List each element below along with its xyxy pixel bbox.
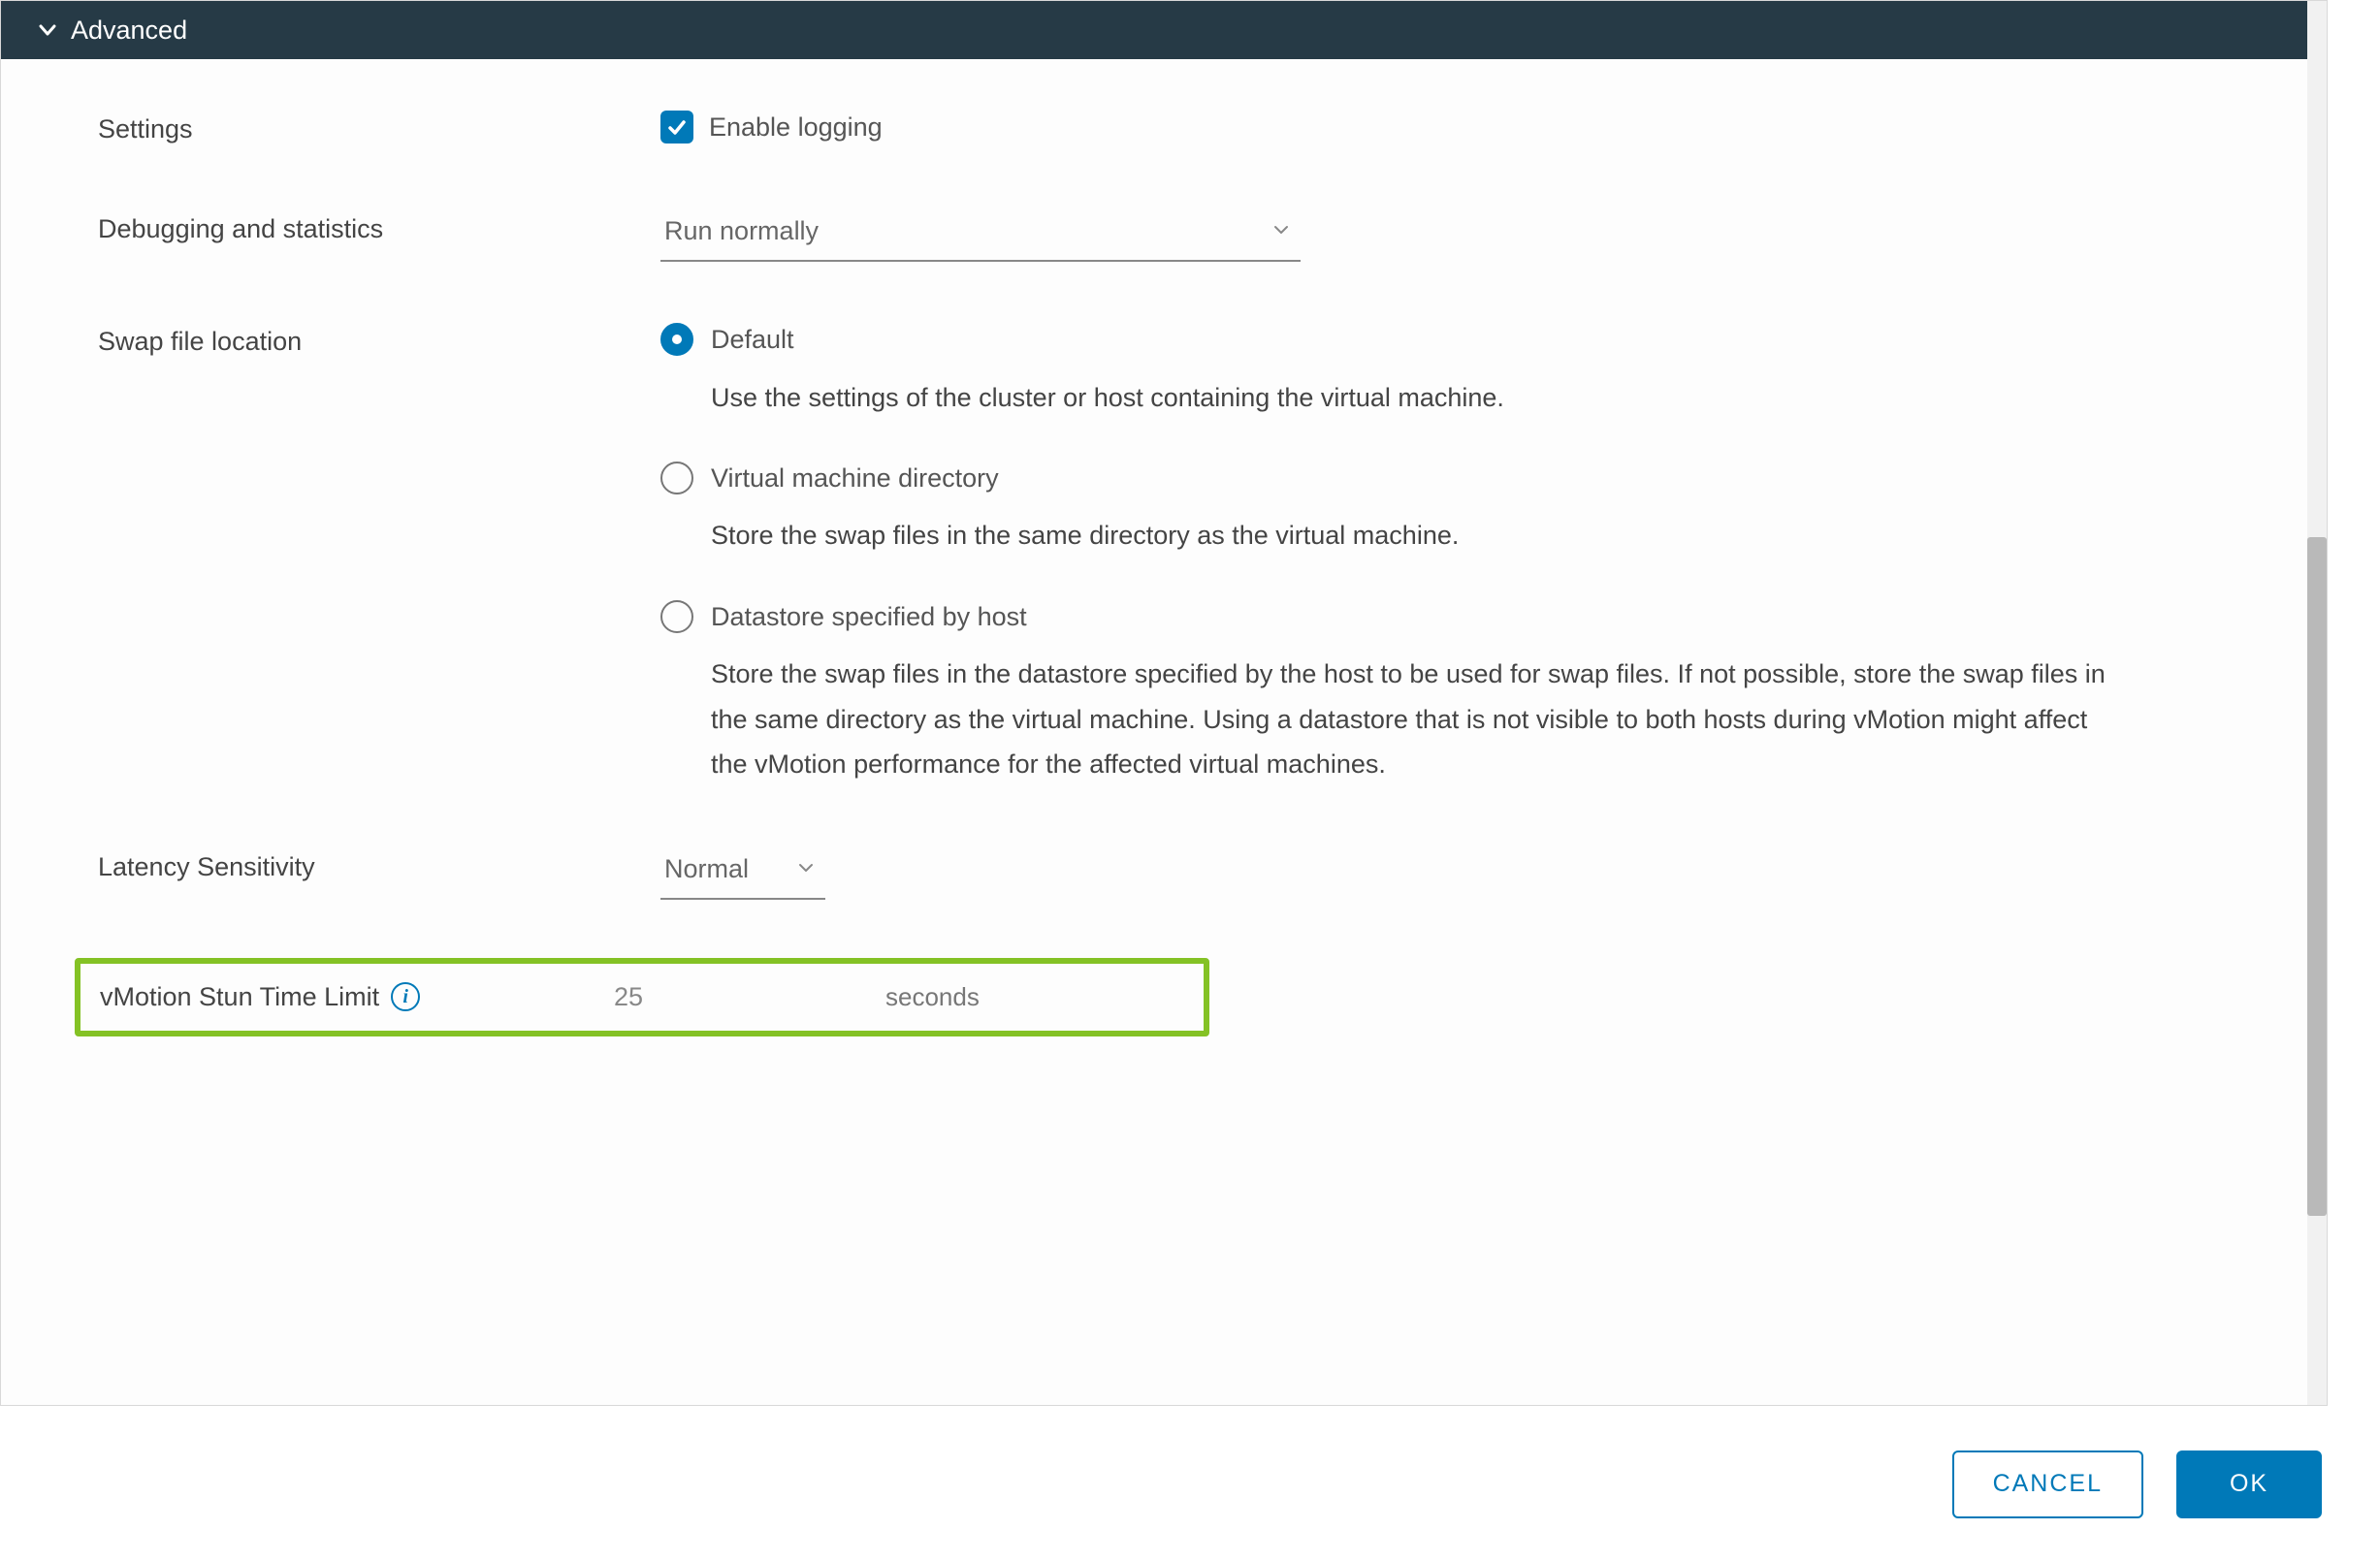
- swap-radio-vm-directory[interactable]: [660, 462, 693, 494]
- swap-option-label: Default: [711, 320, 794, 360]
- section-title: Advanced: [71, 11, 187, 50]
- latency-selected-value: Normal: [664, 849, 749, 889]
- modal-footer: CANCEL OK: [0, 1406, 2380, 1562]
- swap-option-desc: Store the swap files in the datastore sp…: [711, 652, 2127, 786]
- debugging-selected-value: Run normally: [664, 211, 819, 251]
- cancel-button[interactable]: CANCEL: [1952, 1450, 2143, 1518]
- swap-option-desc: Store the swap files in the same directo…: [711, 513, 2127, 558]
- section-header-advanced[interactable]: Advanced: [1, 1, 2327, 59]
- debugging-select[interactable]: Run normally: [660, 207, 1301, 263]
- chevron-down-icon: [796, 849, 816, 889]
- scrollbar-thumb[interactable]: [2307, 537, 2327, 1216]
- enable-logging-checkbox[interactable]: [660, 111, 693, 143]
- swap-option-desc: Use the settings of the cluster or host …: [711, 375, 2127, 420]
- swap-radio-datastore[interactable]: [660, 600, 693, 633]
- latency-label: Latency Sensitivity: [98, 845, 660, 887]
- swap-label: Swap file location: [98, 320, 660, 362]
- swap-radio-group: Default Use the settings of the cluster …: [660, 320, 2230, 787]
- scrollbar-track[interactable]: [2307, 1, 2327, 1406]
- stun-time-input[interactable]: 25: [614, 977, 885, 1017]
- stun-label: vMotion Stun Time Limit: [100, 977, 379, 1017]
- ok-button[interactable]: OK: [2176, 1450, 2322, 1518]
- settings-label: Settings: [98, 108, 660, 149]
- chevron-down-icon: [38, 20, 57, 40]
- latency-select[interactable]: Normal: [660, 845, 825, 901]
- info-icon[interactable]: i: [391, 982, 420, 1011]
- settings-panel: Advanced Settings Enable logging Debuggi…: [0, 0, 2328, 1406]
- enable-logging-label: Enable logging: [709, 108, 883, 147]
- swap-option-label: Virtual machine directory: [711, 459, 999, 498]
- swap-radio-default[interactable]: [660, 323, 693, 356]
- swap-option-label: Datastore specified by host: [711, 597, 1027, 637]
- stun-unit-label: seconds: [885, 978, 980, 1016]
- chevron-down-icon: [1271, 211, 1291, 251]
- debugging-label: Debugging and statistics: [98, 207, 660, 249]
- vmotion-stun-row-highlight: vMotion Stun Time Limit i 25 seconds: [75, 958, 1209, 1036]
